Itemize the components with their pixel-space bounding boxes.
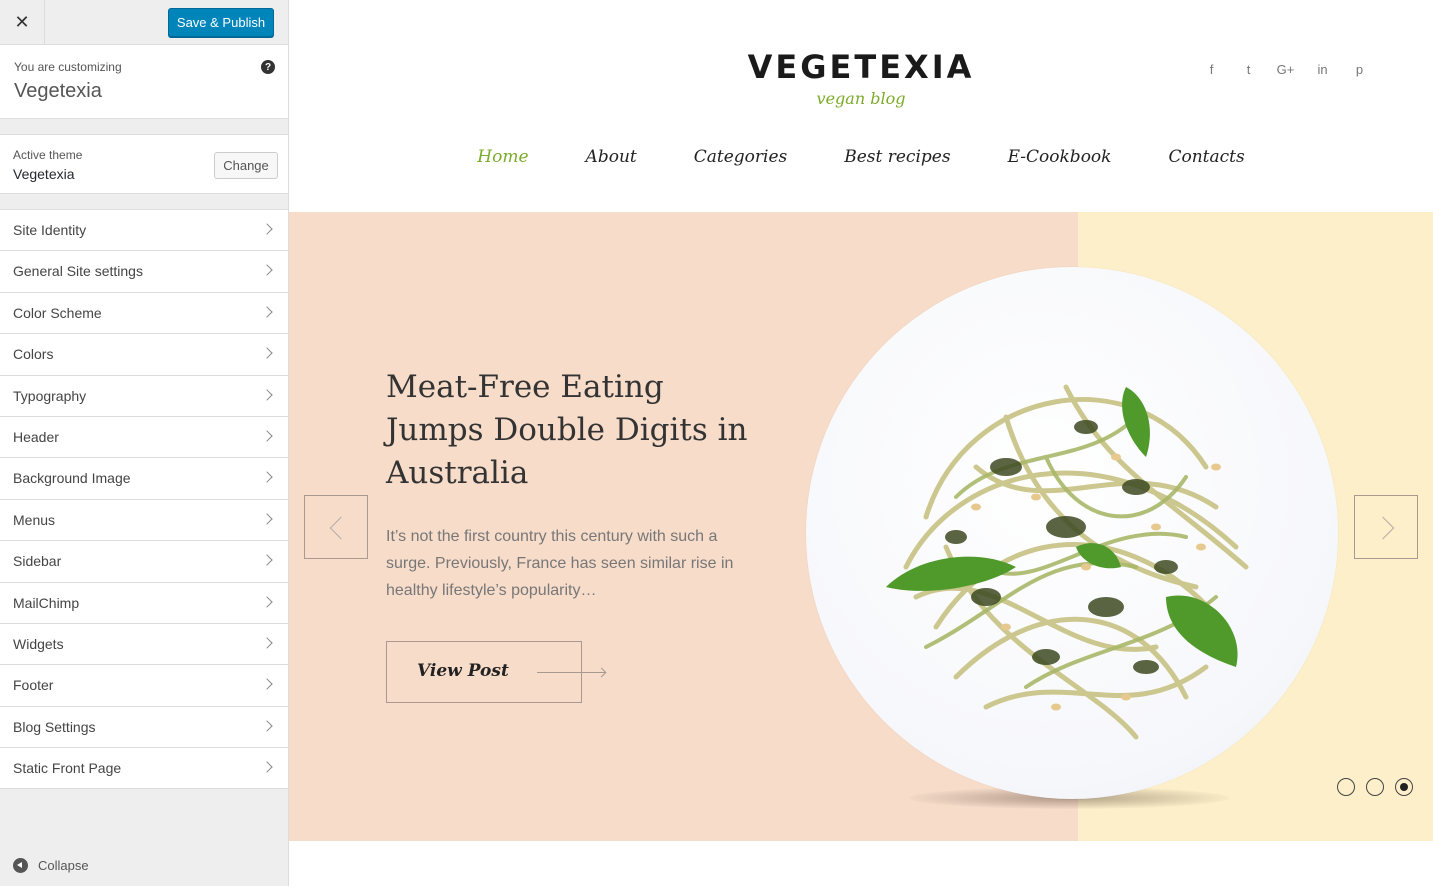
slider-prev-button[interactable] bbox=[304, 495, 368, 559]
section-item[interactable]: General Site settings bbox=[0, 251, 288, 293]
pasta-dish-image bbox=[806, 267, 1338, 799]
site-preview: VEGETEXIA vegan blog f t G+ in p Home About Ca… bbox=[289, 0, 1433, 886]
site-tagline: vegan blog bbox=[816, 89, 906, 108]
chevron-right-icon bbox=[261, 637, 273, 649]
chevron-right-icon bbox=[261, 720, 273, 732]
section-item-label: Color Scheme bbox=[13, 304, 102, 321]
section-item[interactable]: MailChimp bbox=[0, 582, 288, 624]
facebook-icon[interactable]: f bbox=[1202, 60, 1221, 79]
section-item-label: Blog Settings bbox=[13, 718, 96, 735]
section-item-label: Typography bbox=[13, 387, 87, 404]
nav-item-home[interactable]: Home bbox=[477, 147, 528, 167]
chevron-right-icon bbox=[261, 678, 273, 690]
section-item-label: General Site settings bbox=[13, 263, 143, 280]
help-icon[interactable]: ? bbox=[261, 60, 275, 74]
section-item-label: Header bbox=[13, 428, 59, 445]
chevron-right-icon bbox=[261, 306, 273, 318]
customizing-info-panel: You are customizing Vegetexia ? bbox=[0, 45, 288, 119]
chevron-right-icon bbox=[261, 513, 273, 525]
section-item-label: Footer bbox=[13, 677, 54, 694]
section-item[interactable]: Menus bbox=[0, 499, 288, 542]
chevron-right-icon bbox=[261, 223, 273, 235]
collapse-button[interactable]: Collapse bbox=[13, 857, 89, 873]
nav-item-categories[interactable]: Categories bbox=[694, 147, 788, 167]
slider-pagination bbox=[1337, 778, 1413, 796]
twitter-icon[interactable]: t bbox=[1239, 60, 1258, 79]
section-item-label: Menus bbox=[13, 511, 56, 528]
main-navigation: Home About Categories Best recipes E-Cookboo… bbox=[289, 147, 1433, 167]
section-item[interactable]: Widgets bbox=[0, 623, 288, 666]
section-item-label: Sidebar bbox=[13, 553, 62, 570]
active-theme-name: Vegetexia bbox=[13, 166, 75, 182]
view-post-label: View Post bbox=[417, 661, 509, 681]
customizer-sidebar: ✕ Save & Publish You are customizing Veg… bbox=[0, 0, 289, 886]
customizer-topbar: ✕ Save & Publish bbox=[0, 0, 288, 45]
chevron-left-icon bbox=[329, 516, 353, 540]
section-item[interactable]: Header bbox=[0, 416, 288, 459]
section-item-label: Widgets bbox=[13, 635, 64, 652]
section-item[interactable]: Color Scheme bbox=[0, 292, 288, 335]
nav-item-about[interactable]: About bbox=[586, 147, 637, 167]
nav-item-e-cookbook[interactable]: E-Cookbook bbox=[1008, 147, 1112, 167]
chevron-right-icon bbox=[261, 430, 273, 442]
section-item[interactable]: Sidebar bbox=[0, 541, 288, 583]
chevron-right-icon bbox=[261, 264, 273, 277]
linkedin-icon[interactable]: in bbox=[1313, 60, 1332, 79]
pinterest-icon[interactable]: p bbox=[1350, 60, 1369, 79]
chevron-right-icon bbox=[261, 471, 273, 484]
customizer-sections-list: Site Identity General Site settings Color … bbox=[0, 209, 288, 790]
close-icon[interactable]: ✕ bbox=[0, 0, 45, 45]
google-plus-icon[interactable]: G+ bbox=[1276, 60, 1295, 79]
nav-item-contacts[interactable]: Contacts bbox=[1168, 147, 1244, 167]
hero-slider: Meat-Free Eating Jumps Double Digits in … bbox=[289, 212, 1433, 841]
section-item[interactable]: Static Front Page bbox=[0, 748, 288, 790]
customizing-label: You are customizing bbox=[14, 60, 122, 74]
slide-headline[interactable]: Meat-Free Eating Jumps Double Digits in … bbox=[386, 366, 766, 495]
chevron-right-icon bbox=[261, 347, 273, 359]
section-item[interactable]: Footer bbox=[0, 665, 288, 707]
section-item[interactable]: Typography bbox=[0, 375, 288, 417]
slider-next-button[interactable] bbox=[1354, 495, 1418, 559]
section-item[interactable]: Background Image bbox=[0, 458, 288, 500]
section-item[interactable]: Site Identity bbox=[0, 210, 288, 252]
slider-dot[interactable] bbox=[1337, 778, 1355, 796]
active-theme-panel: Active theme Vegetexia Change bbox=[0, 134, 288, 194]
chevron-right-icon bbox=[261, 595, 273, 608]
slider-dot[interactable] bbox=[1395, 778, 1413, 796]
view-post-button[interactable]: View Post bbox=[386, 641, 605, 703]
collapse-label: Collapse bbox=[38, 857, 89, 873]
chevron-right-icon bbox=[1371, 516, 1395, 540]
section-item-label: Colors bbox=[13, 346, 54, 363]
save-publish-button[interactable]: Save & Publish bbox=[168, 8, 274, 37]
section-item-label: Background Image bbox=[13, 470, 131, 487]
nav-item-best-recipes[interactable]: Best recipes bbox=[844, 147, 950, 167]
chevron-right-icon bbox=[261, 554, 273, 566]
chevron-right-icon bbox=[261, 388, 273, 401]
slide-excerpt: It’s not the first country this century … bbox=[386, 528, 734, 599]
slider-dot[interactable] bbox=[1366, 778, 1384, 796]
arrow-right-icon bbox=[537, 672, 605, 673]
change-theme-button[interactable]: Change bbox=[214, 152, 278, 179]
section-item[interactable]: Blog Settings bbox=[0, 706, 288, 749]
section-item[interactable]: Colors bbox=[0, 334, 288, 376]
chevron-right-icon bbox=[261, 761, 273, 773]
active-theme-label: Active theme bbox=[13, 148, 83, 162]
section-item-label: MailChimp bbox=[13, 594, 80, 611]
section-item-label: Site Identity bbox=[13, 222, 87, 238]
site-title: Vegetexia bbox=[14, 80, 102, 102]
social-links: f t G+ in p bbox=[1202, 60, 1369, 79]
pasta-illustration bbox=[886, 384, 1249, 740]
section-item-label: Static Front Page bbox=[13, 760, 122, 777]
collapse-icon bbox=[13, 857, 28, 873]
